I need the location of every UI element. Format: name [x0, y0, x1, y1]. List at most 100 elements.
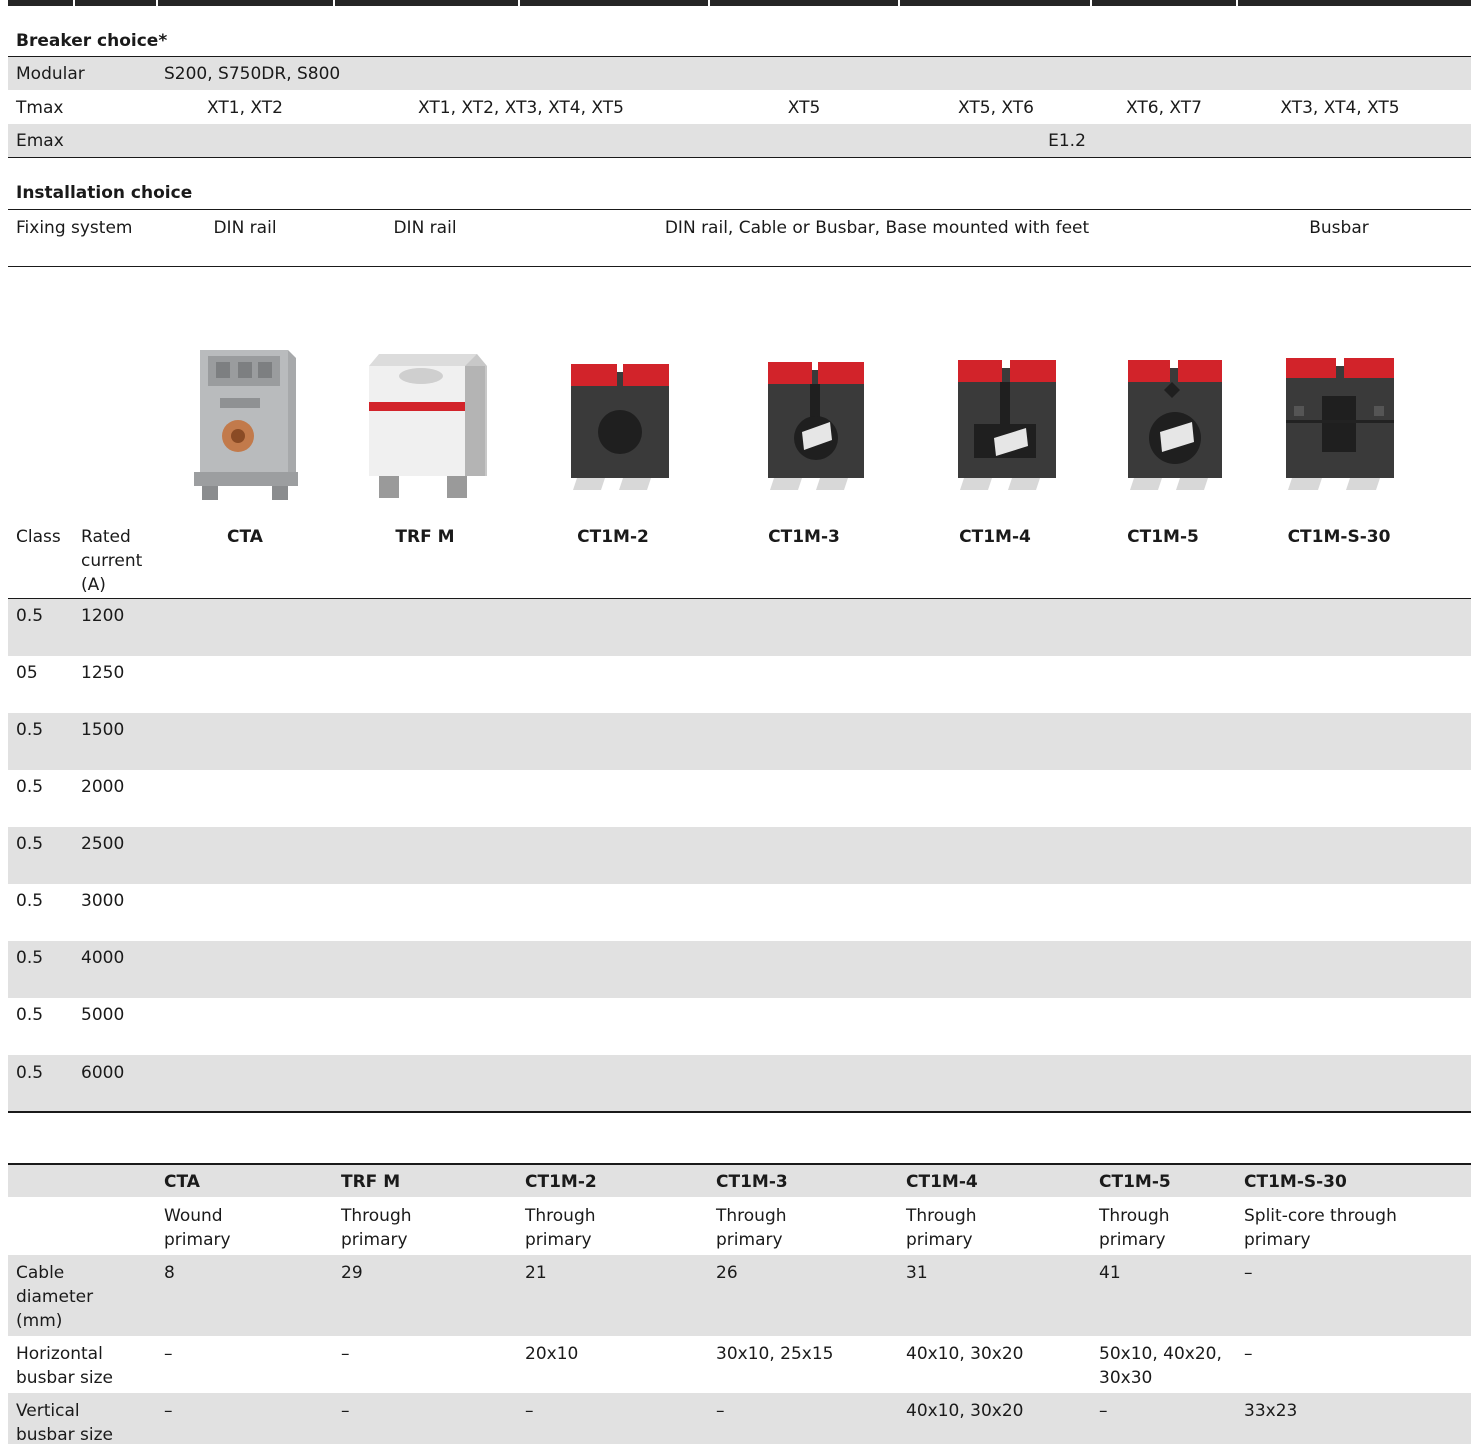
spec-value: 26	[716, 1263, 738, 1283]
spec-value: –	[164, 1344, 173, 1364]
product-ct1m-2: CT1M-2	[577, 527, 649, 547]
top-bar	[8, 0, 1471, 6]
rated-row: 0.5 3000	[8, 884, 1471, 941]
trf-m-transformer-image	[369, 354, 487, 498]
type-cta: Wound primary	[164, 1206, 231, 1250]
spec-value: 8	[164, 1263, 175, 1283]
breaker-row-emax: Emax E1.2	[8, 124, 1471, 157]
specs-row-vertical-busbar: Vertical busbar size – – – – 40x10, 30x2…	[8, 1393, 1471, 1445]
row-rated: 1250	[81, 663, 125, 683]
specs-type-row: Wound primary Through primary Through pr…	[8, 1198, 1471, 1255]
tmax-ct1m3: XT5	[787, 98, 821, 118]
row-rated: 1200	[81, 606, 125, 626]
row-label-tmax: Tmax	[16, 98, 64, 118]
spec-value: –	[525, 1401, 534, 1421]
spec-value: 20x10	[525, 1344, 579, 1364]
specs-header-row: CTA TRF M CT1M-2 CT1M-3 CT1M-4 CT1M-5 CT…	[8, 1165, 1471, 1197]
product-trf-m: TRF M	[395, 527, 455, 547]
fixing-ct1m: DIN rail, Cable or Busbar, Base mounted …	[664, 218, 1090, 238]
rated-row: 0.5 5000	[8, 998, 1471, 1055]
row-class: 0.5	[16, 606, 44, 626]
spec-col-cta: CTA	[164, 1172, 200, 1192]
row-rated: 5000	[81, 1005, 125, 1025]
row-label-modular: Modular	[16, 64, 85, 84]
spec-row-label: Horizontal busbar size	[16, 1344, 113, 1388]
product-ct1m-4: CT1M-4	[959, 527, 1031, 547]
product-ct1m-s-30: CT1M-S-30	[1287, 527, 1391, 547]
ct1m-5-transformer-image	[1128, 360, 1222, 490]
spec-value: 31	[906, 1263, 928, 1283]
spec-value: 30x10, 25x15	[716, 1344, 834, 1364]
spec-value: 50x10, 40x20, 30x30	[1099, 1344, 1222, 1388]
spec-value: 21	[525, 1263, 547, 1283]
spec-col-ct1m-2: CT1M-2	[525, 1172, 597, 1192]
row-class: 0.5	[16, 720, 44, 740]
product-ct1m-3: CT1M-3	[768, 527, 840, 547]
row-rated: 1500	[81, 720, 125, 740]
rule	[8, 157, 1471, 158]
spec-value: –	[341, 1401, 350, 1421]
breaker-row-tmax: Tmax XT1, XT2 XT1, XT2, XT3, XT4, XT5 XT…	[8, 91, 1471, 124]
rule	[8, 1111, 1471, 1113]
ct1m-2-transformer-image	[571, 364, 669, 490]
spec-value: 29	[341, 1263, 363, 1283]
type-ct1m-2: Through primary	[525, 1206, 596, 1250]
rated-row: 0.5 4000	[8, 941, 1471, 998]
tmax-ct1ms30: XT3, XT4, XT5	[1280, 98, 1400, 118]
row-class: 05	[16, 663, 38, 683]
spec-value: 33x23	[1244, 1401, 1298, 1421]
rated-current-header: Rated current (A)	[81, 527, 143, 595]
breaker-section-title: Breaker choice*	[16, 31, 168, 51]
ct1m-4-transformer-image	[958, 360, 1056, 490]
product-ct1m-5: CT1M-5	[1127, 527, 1199, 547]
row-class: 0.5	[16, 948, 44, 968]
row-class: 0.5	[16, 777, 44, 797]
row-class: 0.5	[16, 891, 44, 911]
row-class: 0.5	[16, 834, 44, 854]
spec-value: –	[341, 1344, 350, 1364]
spec-col-trf-m: TRF M	[341, 1172, 401, 1192]
tmax-ct1m5: XT6, XT7	[1126, 98, 1202, 118]
spec-value: 40x10, 30x20	[906, 1344, 1024, 1364]
tmax-cta: XT1, XT2	[207, 98, 283, 118]
spec-col-ct1m-3: CT1M-3	[716, 1172, 788, 1192]
cta-transformer-image	[194, 350, 298, 500]
product-cta: CTA	[227, 527, 263, 547]
breaker-row-modular: Modular S200, S750DR, S800	[8, 57, 1471, 90]
type-ct1m-3: Through primary	[716, 1206, 787, 1250]
rated-row: 0.5 6000	[8, 1055, 1471, 1111]
rule	[8, 266, 1471, 267]
row-label-emax: Emax	[16, 131, 64, 151]
fixing-trf-m: DIN rail	[393, 218, 457, 238]
rated-row: 0.5 2500	[8, 827, 1471, 884]
spec-col-ct1m-5: CT1M-5	[1099, 1172, 1171, 1192]
spec-row-label: Vertical busbar size	[16, 1401, 113, 1445]
spec-row-label: Cable diameter (mm)	[16, 1263, 94, 1331]
spec-col-ct1m-4: CT1M-4	[906, 1172, 978, 1192]
fixing-cta: DIN rail	[213, 218, 277, 238]
spec-value: 41	[1099, 1263, 1121, 1283]
spec-value: –	[1244, 1344, 1253, 1364]
tmax-trf-ct1m2: XT1, XT2, XT3, XT4, XT5	[418, 98, 624, 118]
modular-breakers: S200, S750DR, S800	[164, 64, 341, 84]
rated-row: 05 1250	[8, 656, 1471, 713]
row-class: 0.5	[16, 1005, 44, 1025]
emax-breakers: E1.2	[1048, 131, 1086, 151]
rated-row: 0.5 2000	[8, 770, 1471, 827]
specs-row-cable-diameter: Cable diameter (mm) 8 29 21 26 31 41 –	[8, 1255, 1471, 1336]
type-trf-m: Through primary	[341, 1206, 412, 1250]
row-rated: 6000	[81, 1063, 125, 1083]
rated-row: 0.5 1500	[8, 713, 1471, 770]
rule	[8, 209, 1471, 210]
type-ct1m-4: Through primary	[906, 1206, 977, 1250]
fixing-system-label: Fixing system	[16, 218, 133, 238]
class-header: Class	[16, 527, 61, 547]
specs-row-horizontal-busbar: Horizontal busbar size – – 20x10 30x10, …	[8, 1336, 1471, 1393]
type-ct1m-5: Through primary	[1099, 1206, 1170, 1250]
ct1m-3-transformer-image	[768, 362, 864, 490]
rated-row: 0.5 1200	[8, 599, 1471, 656]
spec-col-ct1m-s-30: CT1M-S-30	[1244, 1172, 1347, 1192]
row-rated: 2500	[81, 834, 125, 854]
fixing-ct1m-s-30: Busbar	[1309, 218, 1369, 238]
tmax-ct1m4: XT5, XT6	[958, 98, 1034, 118]
